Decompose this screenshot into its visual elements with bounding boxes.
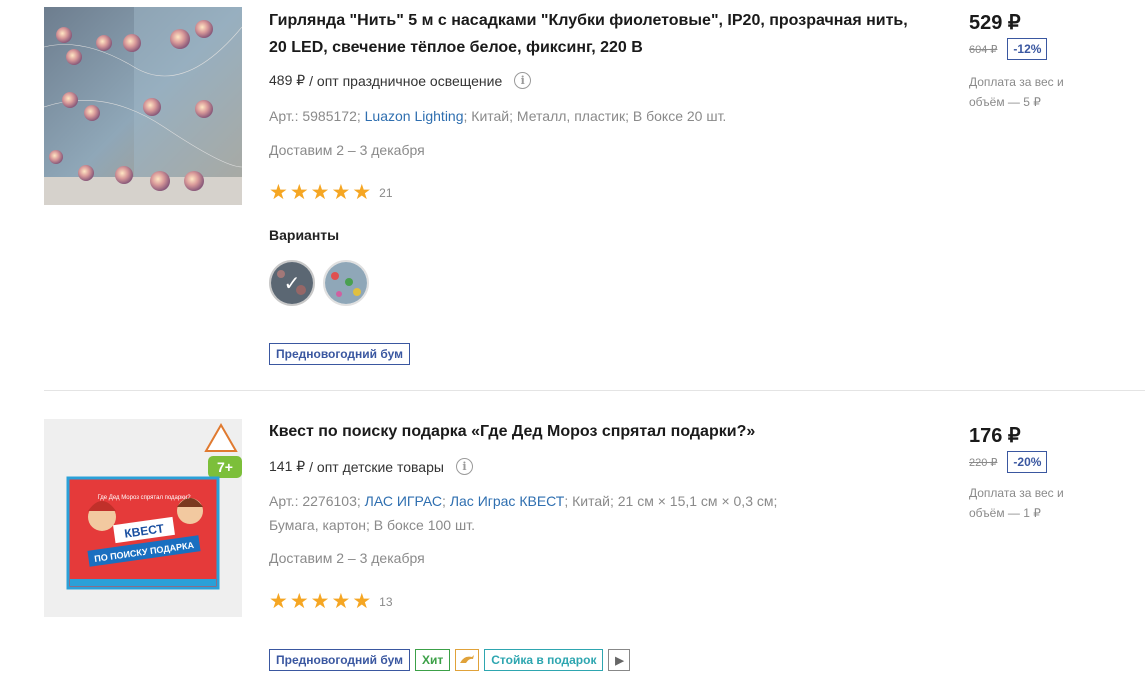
discount-badge: -12% <box>1007 38 1048 60</box>
delivery-info: Доставим 2 – 3 декабря <box>269 550 425 566</box>
dolphin-icon[interactable] <box>455 649 480 671</box>
rating[interactable]: ★ ★ ★ ★ ★ 13 <box>269 591 393 612</box>
promo-badge[interactable]: Предновогодний бум <box>269 343 410 365</box>
star-icon: ★ <box>331 181 351 204</box>
age-label: 7+ <box>217 459 233 475</box>
old-price-row: 220 ₽ -20% <box>969 451 1048 473</box>
product-title[interactable]: Квест по поиску подарка «Где Дед Мороз с… <box>269 418 909 445</box>
info-icon[interactable]: i <box>455 458 473 475</box>
product-title[interactable]: Гирлянда "Нить" 5 м с насадками "Клубки … <box>269 7 909 61</box>
promo-badge[interactable]: Предновогодний бум <box>269 649 410 671</box>
product-image[interactable]: 7+ Где Дед Мороз спрятал подарки? КВЕСТ … <box>44 419 242 617</box>
star-icon: ★ <box>352 590 372 613</box>
info-icon[interactable]: i <box>514 72 532 89</box>
rating-count: 13 <box>379 594 393 609</box>
old-price-row: 604 ₽ -12% <box>969 38 1048 60</box>
star-icon: ★ <box>310 181 330 204</box>
discount-badge: -20% <box>1007 451 1048 473</box>
surcharge-note: Доплата за вес и объём — 5 ₽ <box>969 75 1064 109</box>
star-icon: ★ <box>289 590 309 613</box>
product-info: Квест по поиску подарка «Где Дед Мороз с… <box>269 418 909 671</box>
star-icon: ★ <box>352 181 372 204</box>
variant-swatch[interactable] <box>323 260 369 306</box>
star-icon: ★ <box>310 590 330 613</box>
rating[interactable]: ★ ★ ★ ★ ★ 21 <box>269 182 393 203</box>
product-image[interactable] <box>44 7 242 205</box>
play-icon[interactable]: ▶ <box>608 649 631 671</box>
product-attributes: Арт.: 2276103; ЛАС ИГРАС; Лас Играс КВЕС… <box>269 493 778 533</box>
price: 176 ₽ <box>969 425 1021 447</box>
delivery-info: Доставим 2 – 3 декабря <box>269 142 425 158</box>
price: 529 ₽ <box>969 12 1021 34</box>
variants-list: ✓ <box>269 260 369 306</box>
star-icon: ★ <box>269 590 288 613</box>
brand-link[interactable]: Luazon Lighting <box>365 108 464 124</box>
brand-link[interactable]: Лас Играс КВЕСТ <box>450 493 565 509</box>
article-number: Арт.: 5985172; <box>269 108 361 124</box>
rating-count: 21 <box>379 185 393 200</box>
variant-swatch-selected[interactable]: ✓ <box>269 260 315 306</box>
article-number: Арт.: 2276103; <box>269 493 361 509</box>
brand-link[interactable]: ЛАС ИГРАС <box>365 493 442 509</box>
product-attributes: Арт.: 5985172; Luazon Lighting; Китай; М… <box>269 104 829 128</box>
opt-label: / опт праздничное освещение <box>309 72 503 89</box>
opt-price: 489 ₽ <box>269 72 306 88</box>
star-icon: ★ <box>269 181 288 204</box>
opt-label: / опт детские товары <box>309 458 444 475</box>
product-card: 7+ Где Дед Мороз спрятал подарки? КВЕСТ … <box>44 418 1145 684</box>
image-caption-small: Где Дед Мороз спрятал подарки? <box>97 495 191 501</box>
star-icon: ★ <box>289 181 309 204</box>
opt-price: 141 ₽ <box>269 458 306 474</box>
opt-price-row: 489 ₽ / опт праздничное освещение i <box>269 72 532 89</box>
badges: Предновогодний бум <box>269 343 410 365</box>
product-card: Гирлянда "Нить" 5 м с насадками "Клубки … <box>44 7 1145 391</box>
variants-label: Варианты <box>269 227 340 243</box>
attributes-text: ; Китай; Металл, пластик; В боксе 20 шт. <box>463 108 727 124</box>
product-info: Гирлянда "Нить" 5 м с насадками "Клубки … <box>269 7 909 365</box>
stand-gift-badge[interactable]: Стойка в подарок <box>484 649 604 671</box>
surcharge-note: Доплата за вес и объём — 1 ₽ <box>969 486 1064 520</box>
badges: Предновогодний бум Хит Стойка в подарок … <box>269 649 631 671</box>
opt-price-row: 141 ₽ / опт детские товары i <box>269 458 473 475</box>
hit-badge[interactable]: Хит <box>414 649 451 671</box>
star-icon: ★ <box>331 590 351 613</box>
checkmark-icon: ✓ <box>283 271 301 295</box>
old-price: 220 ₽ <box>969 456 998 469</box>
old-price: 604 ₽ <box>969 43 998 56</box>
